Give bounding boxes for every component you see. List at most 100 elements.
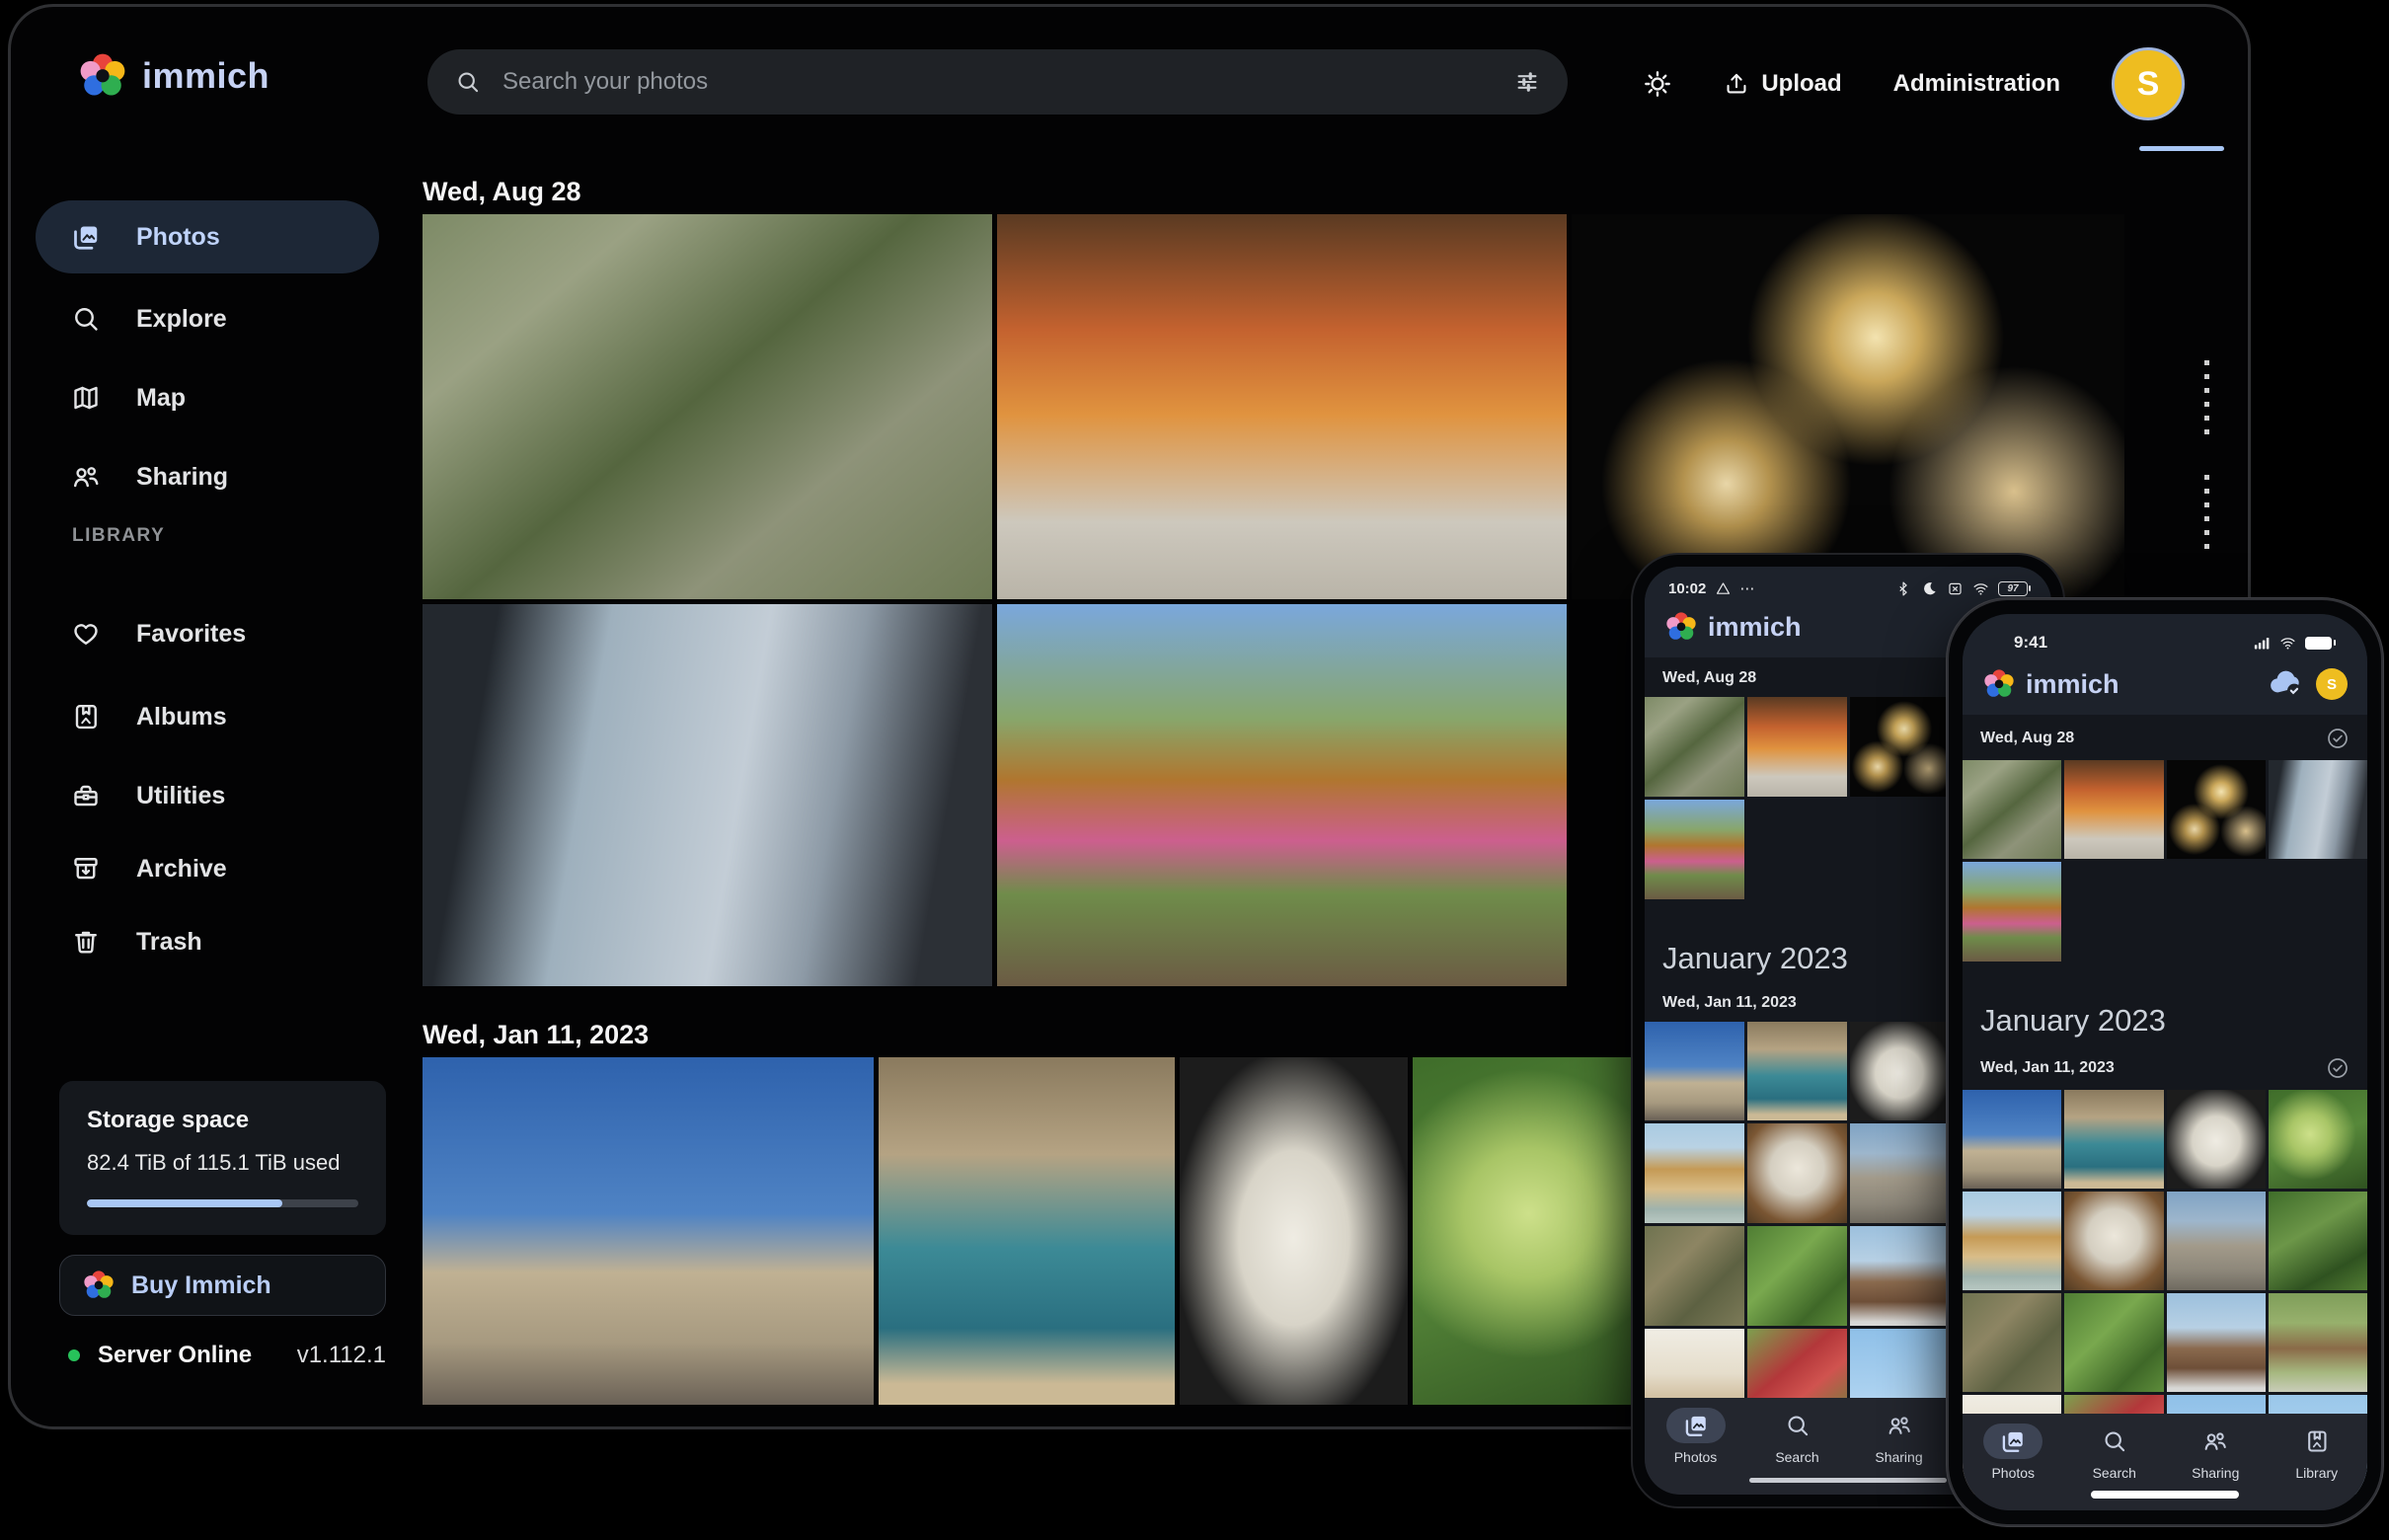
administration-link[interactable]: Administration: [1893, 70, 2060, 98]
sidebar-item-sharing[interactable]: Sharing: [36, 449, 379, 504]
nav-tab[interactable]: Library: [2270, 1424, 2364, 1481]
thumb-autumn-path[interactable]: [1645, 800, 1744, 899]
thumb-fireworks[interactable]: [2167, 760, 2266, 859]
thumb-stone-sculpture[interactable]: [1747, 1123, 1847, 1223]
battery-icon: [2305, 637, 2332, 650]
app-logo[interactable]: immich: [77, 50, 270, 102]
storage-progress-bar: [87, 1199, 358, 1207]
upload-button[interactable]: Upload: [1724, 70, 1841, 98]
cloud-backup-icon: [1819, 1098, 1841, 1116]
photo-autumn-path[interactable]: [997, 604, 1567, 986]
photo-marble-bust[interactable]: [1180, 1057, 1408, 1405]
cloud-backup-icon: [1819, 1303, 1841, 1321]
sidebar-item-utilities[interactable]: Utilities: [36, 768, 379, 823]
wifi-icon: [1972, 580, 1989, 597]
buy-immich-label: Buy Immich: [131, 1271, 322, 1300]
thumb-holding-hands[interactable]: [2269, 760, 2367, 859]
thumb-fireworks[interactable]: [1850, 697, 1950, 797]
cloud-backup-icon: [1921, 1303, 1943, 1321]
photo-holding-hands[interactable]: [423, 604, 992, 986]
archive-icon: [71, 854, 101, 884]
thumb-zoo-monkeys[interactable]: [1645, 697, 1744, 797]
iphone-mockup: 9:41 immich S Wed, Aug 28: [1947, 598, 2383, 1526]
thumb-green-berries[interactable]: [2269, 1090, 2367, 1189]
search-input[interactable]: [502, 68, 1493, 96]
nav-tab[interactable]: Sharing: [1852, 1408, 1947, 1465]
thumb-beach-cliff[interactable]: [1963, 1192, 2061, 1290]
photo-zoo-monkeys[interactable]: [423, 214, 992, 599]
cloud-backup-icon: [2136, 1166, 2158, 1184]
thumb-stone-ruin[interactable]: [1850, 1123, 1950, 1223]
thumb-zoo-monkeys[interactable]: [1963, 760, 2061, 859]
thumb-lizard-rocks[interactable]: [1645, 1226, 1744, 1326]
status-time: 10:02: [1668, 580, 1706, 597]
cloud-backup-icon: [1819, 774, 1841, 792]
backup-cloud-check-icon[interactable]: [2267, 667, 2306, 701]
thumb-lizard-moss[interactable]: [2064, 1293, 2163, 1392]
sidebar-item-photos[interactable]: Photos: [36, 200, 379, 273]
photo-fortress[interactable]: [423, 1057, 874, 1405]
bluetooth-icon: [1895, 580, 1912, 597]
sidebar-item-map[interactable]: Map: [36, 370, 379, 425]
date-group-header: Wed, Aug 28: [1963, 715, 2367, 760]
select-all-check-icon[interactable]: [2326, 1056, 2350, 1080]
nav-tab[interactable]: Search: [2067, 1424, 2162, 1481]
photo-coastal-town[interactable]: [879, 1057, 1175, 1405]
search-bar[interactable]: [427, 49, 1568, 115]
nav-tab[interactable]: Photos: [1649, 1408, 1743, 1465]
thumb-beach-cliff[interactable]: [1645, 1123, 1744, 1223]
sidebar-item-explore[interactable]: Explore: [36, 291, 379, 346]
nav-tab[interactable]: Sharing: [2168, 1424, 2263, 1481]
buy-immich-button[interactable]: Buy Immich: [59, 1255, 386, 1316]
search-filter-icon[interactable]: [1514, 69, 1540, 95]
thumb-winter-church[interactable]: [2167, 1293, 2266, 1392]
nav-tab[interactable]: Photos: [1965, 1424, 2060, 1481]
thumb-stone-sculpture[interactable]: [2064, 1192, 2163, 1290]
thumb-marble-bust[interactable]: [1850, 1022, 1950, 1121]
thumb-green-foliage[interactable]: [2269, 1192, 2367, 1290]
select-all-check-icon[interactable]: [2326, 727, 2350, 750]
thumb-coastal-town[interactable]: [1747, 1022, 1847, 1121]
photo-fireworks[interactable]: [1572, 214, 2124, 599]
user-avatar[interactable]: S: [2316, 668, 2348, 700]
sidebar-item-trash[interactable]: Trash: [36, 914, 379, 969]
people-icon: [71, 462, 101, 492]
info-icon[interactable]: [328, 929, 353, 955]
cloud-backup-icon: [1717, 1303, 1738, 1321]
cloud-backup-icon: [2136, 836, 2158, 854]
thumb-autumn-path[interactable]: [1963, 862, 2061, 961]
home-indicator[interactable]: [2091, 1491, 2239, 1499]
thumb-lizard-moss[interactable]: [1747, 1226, 1847, 1326]
thumb-lizard-rocks[interactable]: [1963, 1293, 2061, 1392]
status-bar: 9:41: [1963, 614, 2367, 657]
info-icon[interactable]: [328, 224, 353, 250]
photo-dinner-table[interactable]: [997, 214, 1567, 599]
thumb-dinner-table[interactable]: [2064, 760, 2163, 859]
ellipsis-icon: ⋯: [1739, 579, 1755, 597]
info-icon[interactable]: [328, 621, 353, 647]
photo-row: [423, 604, 1567, 986]
data-saver-icon: [1715, 580, 1732, 597]
thumb-winter-church[interactable]: [1850, 1226, 1950, 1326]
photo-row: [423, 214, 2124, 599]
sidebar-item-archive[interactable]: Archive: [36, 841, 379, 896]
thumb-coastal-town[interactable]: [2064, 1090, 2163, 1189]
thumb-alpine-chalet[interactable]: [2269, 1293, 2367, 1392]
home-indicator[interactable]: [1749, 1478, 1947, 1483]
cloud-backup-icon: [1819, 1200, 1841, 1218]
info-icon[interactable]: [328, 464, 353, 490]
thumb-stone-ruin[interactable]: [2167, 1192, 2266, 1290]
thumb-dinner-table[interactable]: [1747, 697, 1847, 797]
library-section-label: LIBRARY: [72, 525, 165, 547]
thumb-fortress[interactable]: [1963, 1090, 2061, 1189]
theme-toggle-sun-icon[interactable]: [1643, 69, 1672, 99]
nav-tab[interactable]: Search: [1750, 1408, 1845, 1465]
server-online-dot: [68, 1349, 80, 1361]
thumb-marble-bust[interactable]: [2167, 1090, 2266, 1189]
info-icon[interactable]: [338, 1272, 363, 1298]
sidebar-item-albums[interactable]: Albums: [36, 689, 379, 744]
thumb-fortress[interactable]: [1645, 1022, 1744, 1121]
sidebar-item-favorites[interactable]: Favorites: [36, 606, 379, 661]
info-icon[interactable]: [328, 856, 353, 882]
info-icon[interactable]: [328, 704, 353, 730]
